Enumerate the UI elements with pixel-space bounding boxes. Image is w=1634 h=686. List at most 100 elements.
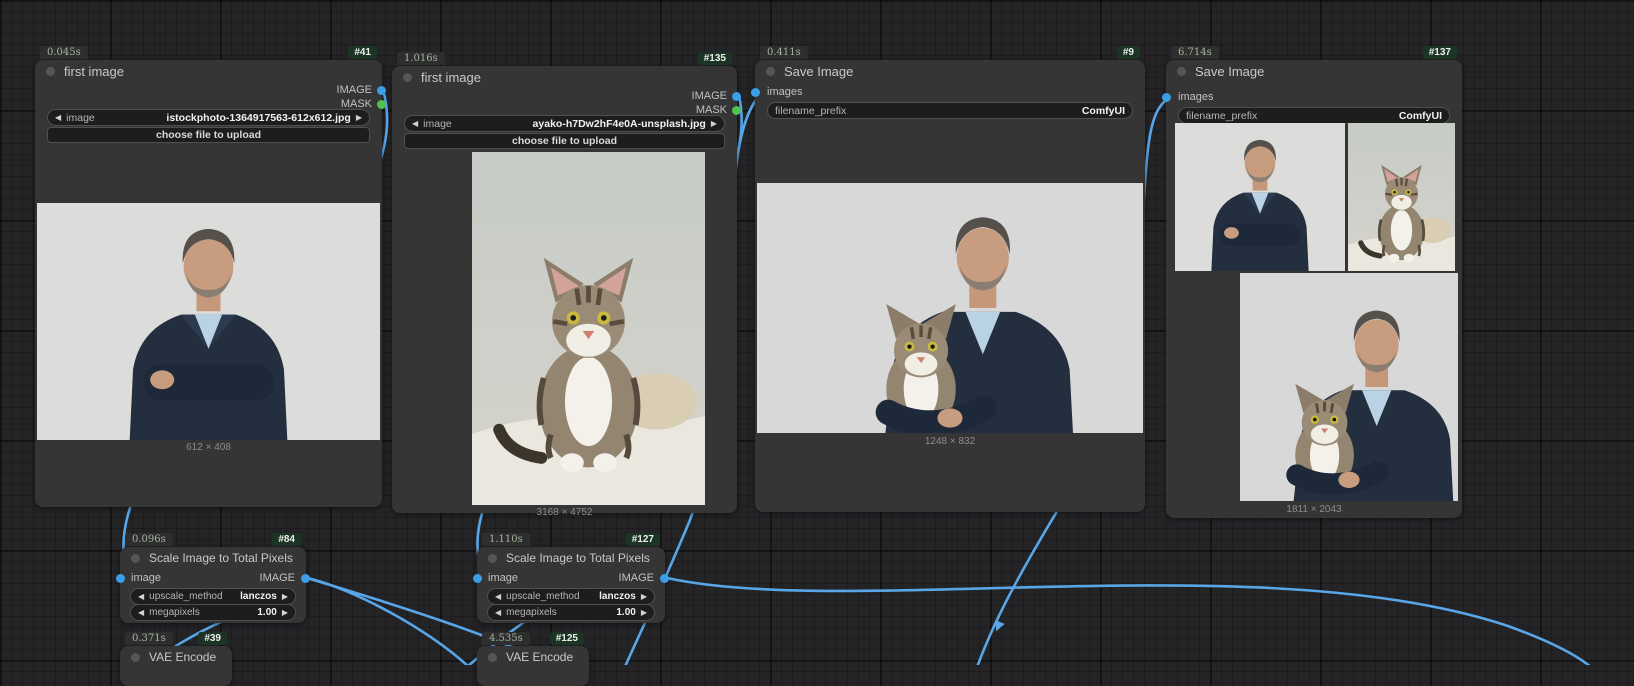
node-vae-encode-125[interactable]: 4.535s #125 VAE Encode bbox=[477, 646, 589, 686]
node-scale-image-127[interactable]: 1.110s #127 Scale Image to Total Pixels … bbox=[477, 547, 665, 623]
mask-output-port[interactable] bbox=[732, 106, 741, 115]
prev-value-icon[interactable]: ◀ bbox=[412, 119, 418, 128]
prev-value-icon[interactable]: ◀ bbox=[495, 592, 501, 601]
input-label-image: image bbox=[131, 572, 161, 584]
node-id-badge: #9 bbox=[1117, 46, 1140, 59]
execution-time-badge: 0.096s bbox=[125, 533, 173, 546]
output-label-image: IMAGE bbox=[260, 572, 295, 584]
node-load-image-135[interactable]: 1.016s #135 first image IMAGE MASK ◀ ima… bbox=[392, 66, 737, 513]
node-id-badge: #41 bbox=[348, 46, 377, 59]
node-title-bar[interactable]: first image bbox=[392, 66, 737, 88]
upscale-method-widget[interactable]: ◀ upscale_method lanczos ▶ bbox=[487, 588, 655, 605]
execution-time-badge: 0.045s bbox=[40, 46, 88, 59]
next-value-icon[interactable]: ▶ bbox=[282, 592, 288, 601]
images-input-port[interactable] bbox=[1162, 93, 1171, 102]
prev-value-icon[interactable]: ◀ bbox=[138, 592, 144, 601]
widget-value: lanczos bbox=[240, 591, 277, 602]
next-value-icon[interactable]: ▶ bbox=[356, 113, 362, 122]
input-label-image: image bbox=[488, 572, 518, 584]
node-vae-encode-39[interactable]: 0.371s #39 VAE Encode bbox=[120, 646, 232, 686]
choose-file-button[interactable]: choose file to upload bbox=[47, 127, 370, 143]
collapse-dot-icon[interactable] bbox=[46, 67, 55, 76]
node-title: Scale Image to Total Pixels bbox=[506, 551, 650, 565]
node-title-bar[interactable]: Scale Image to Total Pixels bbox=[120, 547, 306, 569]
megapixels-widget[interactable]: ◀ megapixels 1.00 ▶ bbox=[487, 604, 655, 621]
widget-value: 1.00 bbox=[616, 607, 635, 618]
widget-label: filename_prefix bbox=[775, 105, 846, 117]
node-id-badge: #135 bbox=[698, 52, 732, 65]
widget-label: megapixels bbox=[149, 607, 200, 618]
widget-label: image bbox=[66, 112, 95, 124]
preview-image-man-holding-cat bbox=[757, 183, 1143, 433]
image-dimensions-caption: 1248 × 832 bbox=[755, 436, 1145, 447]
image-dimensions-caption: 612 × 408 bbox=[35, 442, 382, 453]
mask-output-port[interactable] bbox=[377, 100, 386, 109]
next-value-icon[interactable]: ▶ bbox=[641, 592, 647, 601]
collapse-dot-icon[interactable] bbox=[766, 67, 775, 76]
widget-value: ComfyUI bbox=[1082, 105, 1125, 117]
collapse-dot-icon[interactable] bbox=[131, 653, 140, 662]
node-title: Scale Image to Total Pixels bbox=[149, 551, 293, 565]
widget-value: 1.00 bbox=[257, 607, 276, 618]
node-title: Save Image bbox=[784, 64, 853, 79]
collapse-dot-icon[interactable] bbox=[488, 653, 497, 662]
execution-time-badge: 1.016s bbox=[397, 52, 445, 65]
node-id-badge: #39 bbox=[198, 632, 227, 645]
prev-value-icon[interactable]: ◀ bbox=[55, 113, 61, 122]
image-combo-widget[interactable]: ◀ image ayako-h7Dw2hF4e0A-unsplash.jpg ▶ bbox=[404, 115, 725, 132]
choose-file-label: choose file to upload bbox=[156, 129, 261, 141]
image-input-port[interactable] bbox=[116, 574, 125, 583]
collapse-dot-icon[interactable] bbox=[403, 73, 412, 82]
node-title-bar[interactable]: Save Image bbox=[1166, 60, 1462, 82]
node-title: VAE Encode bbox=[149, 650, 216, 664]
image-output-port[interactable] bbox=[732, 92, 741, 101]
image-output-port[interactable] bbox=[377, 86, 386, 95]
image-input-port[interactable] bbox=[473, 574, 482, 583]
increment-icon[interactable]: ▶ bbox=[282, 608, 288, 617]
node-id-badge: #137 bbox=[1423, 46, 1457, 59]
node-scale-image-84[interactable]: 0.096s #84 Scale Image to Total Pixels i… bbox=[120, 547, 306, 623]
node-title: first image bbox=[64, 64, 124, 79]
collapse-dot-icon[interactable] bbox=[1177, 67, 1186, 76]
decrement-icon[interactable]: ◀ bbox=[138, 608, 144, 617]
link-scale2-out bbox=[667, 578, 1610, 665]
image-output-port[interactable] bbox=[301, 574, 310, 583]
image-combo-widget[interactable]: ◀ image istockphoto-1364917563-612x612.j… bbox=[47, 109, 370, 126]
widget-value: istockphoto-1364917563-612x612.jpg bbox=[166, 112, 350, 124]
node-title-bar[interactable]: Save Image bbox=[755, 60, 1145, 82]
output-label-image: IMAGE bbox=[619, 572, 654, 584]
collapse-dot-icon[interactable] bbox=[131, 554, 140, 563]
megapixels-widget[interactable]: ◀ megapixels 1.00 ▶ bbox=[130, 604, 296, 621]
output-label-image: IMAGE bbox=[337, 84, 372, 96]
comfyui-workflow-canvas[interactable]: { "nodes": { "load1": {"time":"0.045s","… bbox=[0, 0, 1634, 665]
widget-label: megapixels bbox=[506, 607, 557, 618]
node-load-image-41[interactable]: 0.045s #41 first image IMAGE MASK ◀ imag… bbox=[35, 60, 382, 507]
increment-icon[interactable]: ▶ bbox=[641, 608, 647, 617]
output-label-image: IMAGE bbox=[692, 90, 727, 102]
node-id-badge: #125 bbox=[550, 632, 584, 645]
preview-batch-cat bbox=[1348, 123, 1455, 271]
next-value-icon[interactable]: ▶ bbox=[711, 119, 717, 128]
execution-time-badge: 6.714s bbox=[1171, 46, 1219, 59]
node-title-bar[interactable]: Scale Image to Total Pixels bbox=[477, 547, 665, 569]
collapse-dot-icon[interactable] bbox=[488, 554, 497, 563]
decrement-icon[interactable]: ◀ bbox=[495, 608, 501, 617]
node-save-image-137[interactable]: 6.714s #137 Save Image images filename_p… bbox=[1166, 60, 1462, 518]
upscale-method-widget[interactable]: ◀ upscale_method lanczos ▶ bbox=[130, 588, 296, 605]
widget-value: lanczos bbox=[599, 591, 636, 602]
widget-label: upscale_method bbox=[149, 591, 222, 602]
node-title: Save Image bbox=[1195, 64, 1264, 79]
preview-image-cat bbox=[472, 152, 705, 505]
node-title-bar[interactable]: first image bbox=[35, 60, 382, 82]
input-label-images: images bbox=[1178, 91, 1213, 103]
execution-time-badge: 1.110s bbox=[482, 533, 530, 546]
images-input-port[interactable] bbox=[751, 88, 760, 97]
filename-prefix-widget[interactable]: filename_prefix ComfyUI bbox=[1178, 107, 1450, 124]
image-output-port[interactable] bbox=[660, 574, 669, 583]
choose-file-button[interactable]: choose file to upload bbox=[404, 133, 725, 149]
execution-time-badge: 0.371s bbox=[125, 632, 173, 645]
node-save-image-9[interactable]: 0.411s #9 Save Image images filename_pre… bbox=[755, 60, 1145, 512]
link-scale1-out-a bbox=[307, 578, 470, 665]
widget-value: ayako-h7Dw2hF4e0A-unsplash.jpg bbox=[533, 118, 706, 130]
filename-prefix-widget[interactable]: filename_prefix ComfyUI bbox=[767, 102, 1133, 119]
